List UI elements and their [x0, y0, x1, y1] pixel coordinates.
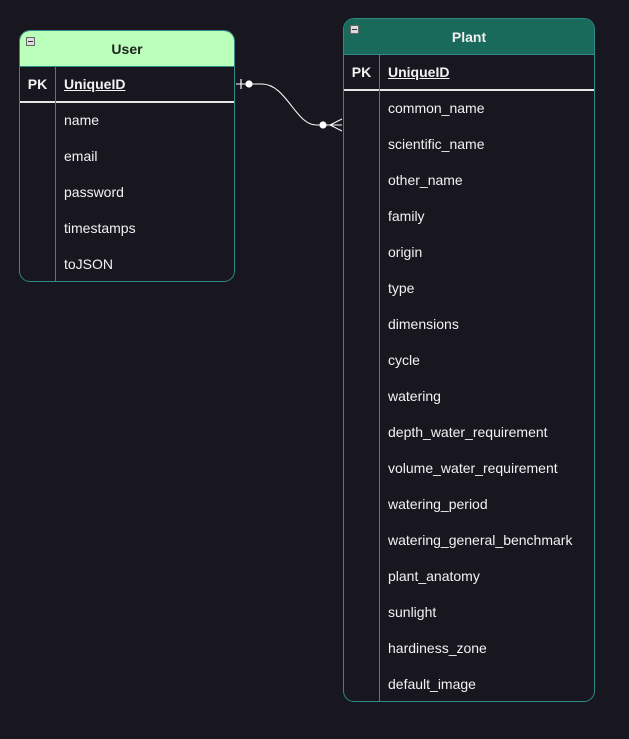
entity-plant-field-row[interactable]: origin — [344, 235, 594, 271]
field-name: depth_water_requirement — [388, 424, 548, 440]
collapse-icon[interactable] — [350, 25, 359, 34]
entity-plant[interactable]: Plant PK UniqueID common_name scientific… — [343, 18, 595, 702]
entity-plant-field-row[interactable]: sunlight — [344, 595, 594, 631]
field-name: volume_water_requirement — [388, 460, 558, 476]
entity-plant-field-row[interactable]: type — [344, 271, 594, 307]
entity-plant-field-row[interactable]: watering_period — [344, 487, 594, 523]
pk-label: PK — [351, 64, 372, 80]
crowfoot-lower — [329, 124, 343, 132]
entity-user-field-row[interactable]: timestamps — [20, 211, 234, 247]
entity-user-header[interactable]: User — [20, 31, 234, 67]
entity-user-field-row[interactable]: password — [20, 175, 234, 211]
field-name: email — [64, 148, 98, 164]
entity-plant-title: Plant — [451, 29, 487, 45]
entity-plant-field-row[interactable]: default_image — [344, 667, 594, 701]
entity-plant-field-row[interactable]: other_name — [344, 163, 594, 199]
entity-plant-field-row[interactable]: watering — [344, 379, 594, 415]
field-name: plant_anatomy — [388, 568, 480, 584]
field-name: origin — [388, 244, 423, 260]
entity-plant-field-row[interactable]: watering_general_benchmark — [344, 523, 594, 559]
field-name: type — [388, 280, 415, 296]
field-name: common_name — [388, 100, 485, 116]
field-name: password — [64, 184, 124, 200]
entity-user-field-row[interactable]: name — [20, 103, 234, 139]
crowfoot-upper — [329, 118, 343, 126]
field-name: watering_period — [388, 496, 488, 512]
pk-field: UniqueID — [64, 76, 126, 92]
relationship-line[interactable] — [236, 83, 342, 126]
pk-label: PK — [27, 76, 48, 92]
field-name: other_name — [388, 172, 463, 188]
one-cardinality-circle — [245, 80, 253, 88]
entity-user[interactable]: User PK UniqueID name email password tim… — [19, 30, 235, 282]
entity-plant-field-row[interactable]: volume_water_requirement — [344, 451, 594, 487]
entity-user-pk-row[interactable]: PK UniqueID — [20, 67, 234, 103]
entity-plant-pk-row[interactable]: PK UniqueID — [344, 55, 594, 91]
entity-plant-field-row[interactable]: plant_anatomy — [344, 559, 594, 595]
entity-plant-header[interactable]: Plant — [344, 19, 594, 55]
field-name: timestamps — [64, 220, 136, 236]
field-name: name — [64, 112, 100, 128]
field-name: hardiness_zone — [388, 640, 487, 656]
field-name: watering_general_benchmark — [388, 532, 573, 548]
field-name: toJSON — [64, 256, 114, 272]
column-divider — [55, 67, 56, 281]
entity-user-title: User — [111, 41, 143, 57]
field-name: default_image — [388, 676, 476, 692]
column-divider — [379, 55, 380, 701]
field-name: dimensions — [388, 316, 459, 332]
er-diagram-canvas: User PK UniqueID name email password tim… — [0, 0, 629, 739]
entity-plant-field-row[interactable]: family — [344, 199, 594, 235]
field-name: cycle — [388, 352, 420, 368]
entity-plant-field-row[interactable]: scientific_name — [344, 127, 594, 163]
entity-plant-field-row[interactable]: common_name — [344, 91, 594, 127]
pk-field: UniqueID — [388, 64, 450, 80]
field-name: family — [388, 208, 425, 224]
many-cardinality-circle — [319, 121, 327, 129]
field-name: sunlight — [388, 604, 437, 620]
field-name: scientific_name — [388, 136, 485, 152]
entity-user-field-row[interactable]: email — [20, 139, 234, 175]
entity-plant-field-row[interactable]: hardiness_zone — [344, 631, 594, 667]
entity-user-field-row[interactable]: toJSON — [20, 247, 234, 281]
collapse-icon[interactable] — [26, 37, 35, 46]
entity-plant-field-row[interactable]: depth_water_requirement — [344, 415, 594, 451]
entity-plant-field-row[interactable]: dimensions — [344, 307, 594, 343]
field-name: watering — [388, 388, 441, 404]
entity-plant-field-row[interactable]: cycle — [344, 343, 594, 379]
